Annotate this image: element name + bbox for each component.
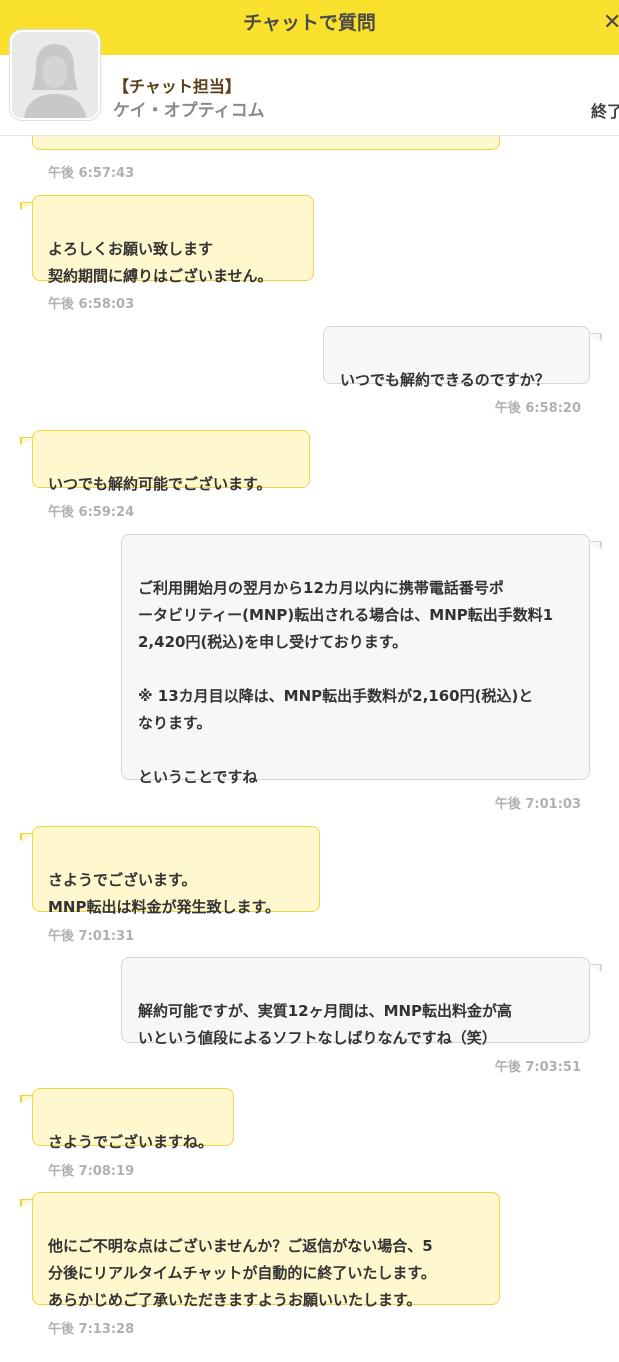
message-timestamp: 午後 7:08:19 [48, 1164, 135, 1179]
user-message-bubble: いつでも解約できるのですか？ [323, 326, 602, 389]
message-text: 解約可能ですが、実質12ヶ月間は、MNP転出料金が高 いという値段によるソフトな… [138, 1002, 513, 1047]
agent-message-bubble: さようでございます。 MNP転出は料金が発生致します。 [20, 826, 320, 916]
agent-message-bubble: さようでございますね。 [20, 1088, 234, 1151]
message-timestamp: 午後 6:59:24 [48, 505, 135, 520]
user-message-bubble: 解約可能ですが、実質12ヶ月間は、MNP転出料金が高 いという値段によるソフトな… [121, 957, 602, 1047]
message-timestamp: 午後 7:03:51 [494, 1060, 581, 1075]
agent-info-header: 【チャット担当】 ケイ・オプティコム 終了 [0, 30, 619, 136]
message-timestamp: 午後 7:01:31 [48, 929, 135, 944]
message-text: ご利用開始月の翌月から12カ月以内に携帯電話番号ポ ータビリティー(MNP)転出… [138, 579, 554, 786]
agent-message-bubble: いつでも解約可能でございます。 [20, 430, 310, 493]
message-text: いつでも解約できるのですか？ [340, 371, 550, 389]
message-text: さようでございますね。 [48, 1133, 214, 1151]
chat-message-list[interactable]: 午後 6:57:43 よろしくお願い致します 契約期間に縛りはございません。 午… [0, 136, 619, 1362]
message-timestamp: 午後 7:01:03 [494, 797, 581, 812]
user-message-bubble: ご利用開始月の翌月から12カ月以内に携帯電話番号ポ ータビリティー(MNP)転出… [121, 534, 602, 786]
agent-message-bubble: よろしくお願い致します 契約期間に縛りはございません。 [20, 195, 314, 285]
end-chat-button[interactable]: 終了 [591, 98, 619, 122]
person-silhouette-icon [12, 32, 98, 118]
message-timestamp: 午後 7:13:28 [48, 1322, 135, 1337]
message-timestamp: 午後 6:58:20 [494, 401, 581, 416]
agent-message-bubble [32, 136, 500, 150]
message-timestamp: 午後 6:57:43 [48, 166, 135, 181]
message-text: 他にご不明な点はございませんか？ご返信がない場合、5 分後にリアルタイムチャット… [48, 1237, 436, 1309]
message-text: さようでございます。 MNP転出は料金が発生致します。 [48, 871, 280, 916]
message-text: いつでも解約可能でございます。 [48, 475, 272, 493]
message-text: よろしくお願い致します 契約期間に縛りはございません。 [48, 240, 273, 285]
close-icon[interactable]: ✕ [603, 0, 619, 46]
agent-role-label: 【チャット担当】 [113, 77, 241, 96]
message-timestamp: 午後 6:58:03 [48, 297, 135, 312]
avatar [10, 30, 100, 120]
agent-company-name: ケイ・オプティコム [113, 101, 265, 121]
agent-message-bubble: 他にご不明な点はございませんか？ご返信がない場合、5 分後にリアルタイムチャット… [20, 1192, 500, 1309]
